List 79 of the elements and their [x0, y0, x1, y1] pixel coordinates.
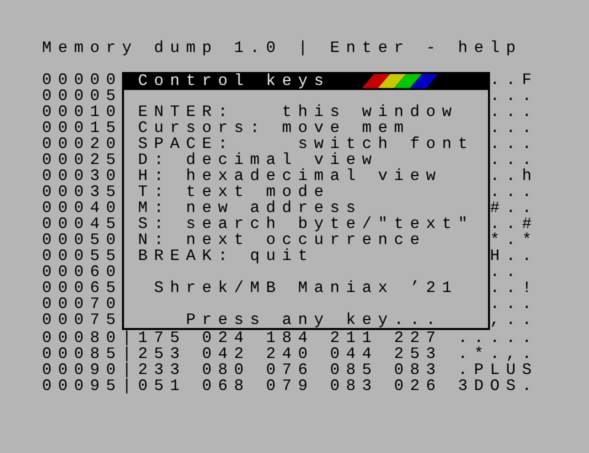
ascii-cell: #..	[490, 200, 538, 216]
program-title: Memory dump 1.0 | Enter - help	[42, 40, 522, 56]
offset-cell: 00010	[42, 104, 122, 120]
offset-cell: 00075	[42, 312, 122, 328]
credit-text: Shrek/MB Maniax ’21	[153, 280, 458, 296]
ascii-cell: ..	[490, 264, 522, 280]
byte-cell-text: 085	[330, 362, 380, 378]
offset-cell: 00090	[42, 362, 122, 378]
byte-cell-text: 240	[266, 346, 316, 362]
offset-cell: 00070	[42, 296, 122, 312]
key-help-line: BREAK: quit	[137, 248, 314, 264]
ascii-cell: ..F	[490, 72, 538, 88]
ascii-cell: ...	[490, 104, 538, 120]
offset-cell: 00025	[42, 152, 122, 168]
ascii-cell: .*.,.	[458, 346, 538, 362]
ascii-cell: ...	[490, 296, 538, 312]
popup-title: Control keys	[138, 73, 330, 89]
key-help-line: S: search byte/"text"	[137, 216, 474, 232]
column-separator: |	[122, 378, 138, 394]
key-help-line: H: hexadecimal view	[137, 168, 442, 184]
ascii-cell: ..!	[490, 280, 538, 296]
ascii-cell: 3DOS.	[458, 378, 538, 394]
ascii-cell: ...	[490, 152, 538, 168]
key-help-line: Cursors: move mem	[137, 120, 410, 136]
key-help-line: SPACE: switch font	[137, 136, 474, 152]
byte-cell-text: 026	[394, 378, 444, 394]
byte-cell-text: 042	[202, 346, 252, 362]
offset-cell: 00035	[42, 184, 122, 200]
ascii-cell: ...	[490, 184, 538, 200]
ascii-cell: ...	[490, 120, 538, 136]
press-key-prompt: Press any key...	[185, 312, 442, 328]
column-separator: |	[122, 346, 138, 362]
ascii-cell: H..	[490, 248, 538, 264]
ascii-cell: ,..	[490, 312, 538, 328]
rainbow-stripes-icon	[362, 74, 440, 88]
byte-cell-text: 080	[202, 362, 252, 378]
byte-cell-text: 044	[330, 346, 380, 362]
key-help-line: ENTER: this window	[137, 104, 458, 120]
byte-cell-text: 253	[394, 346, 444, 362]
ascii-cell: .PLUS	[458, 362, 538, 378]
key-help-line: T: text mode	[137, 184, 330, 200]
ascii-cell: ..#	[490, 216, 538, 232]
column-separator: |	[122, 330, 138, 346]
offset-cell: 00055	[42, 248, 122, 264]
byte-cell-text: 233	[138, 362, 188, 378]
byte-cell-text: 211	[330, 330, 380, 346]
offset-cell: 00000	[42, 72, 122, 88]
key-help-line: N: next occurrence	[137, 232, 426, 248]
byte-cell-text: 083	[330, 378, 380, 394]
byte-cell-text: 024	[202, 330, 252, 346]
byte-cell-text: 227	[394, 330, 444, 346]
offset-cell: 00095	[42, 378, 122, 394]
offset-cell: 00050	[42, 232, 122, 248]
column-separator: |	[122, 362, 138, 378]
offset-cell: 00005	[42, 88, 122, 104]
offset-cell: 00060	[42, 264, 122, 280]
ascii-cell: ...	[490, 136, 538, 152]
byte-cell-text: 253	[138, 346, 188, 362]
offset-cell: 00030	[42, 168, 122, 184]
ascii-cell: .....	[458, 330, 538, 346]
ascii-cell: *.*	[490, 232, 538, 248]
key-help-line: M: new address	[137, 200, 362, 216]
byte-cell-text: 184	[266, 330, 316, 346]
offset-cell: 00080	[42, 330, 122, 346]
byte-cell-text: 076	[266, 362, 316, 378]
byte-cell-text: 051	[138, 378, 188, 394]
offset-cell: 00065	[42, 280, 122, 296]
ascii-cell: ...	[490, 88, 538, 104]
byte-cell-text: 068	[202, 378, 252, 394]
byte-cell-text: 079	[266, 378, 316, 394]
byte-cell-text: 083	[394, 362, 444, 378]
offset-cell: 00085	[42, 346, 122, 362]
offset-cell: 00020	[42, 136, 122, 152]
key-help-line: D: decimal view	[137, 152, 378, 168]
offset-cell: 00040	[42, 200, 122, 216]
offset-cell: 00045	[42, 216, 122, 232]
ascii-cell: ..h	[490, 168, 538, 184]
byte-cell-text: 175	[138, 330, 188, 346]
offset-cell: 00015	[42, 120, 122, 136]
